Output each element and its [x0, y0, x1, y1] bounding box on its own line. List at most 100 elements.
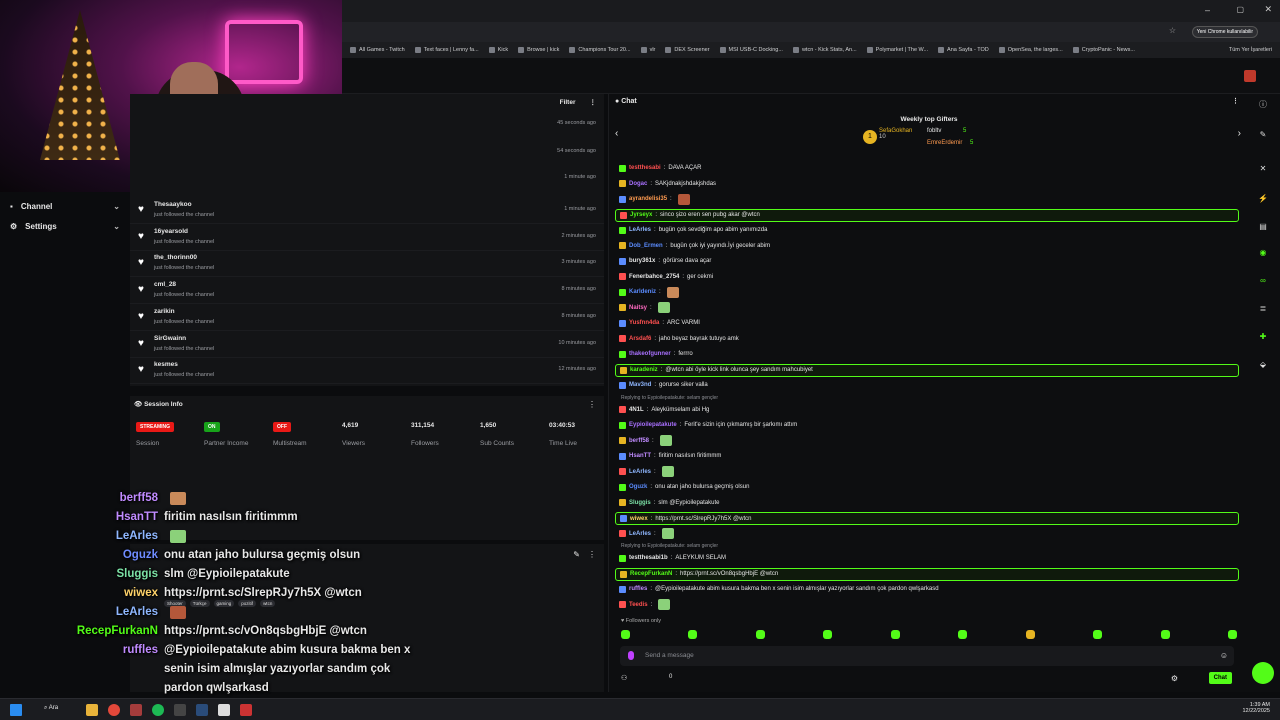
chat-input[interactable]: Send a message ☺: [620, 646, 1234, 666]
follower-name[interactable]: zarikin: [154, 308, 175, 315]
more-icon[interactable]: ⋮: [590, 98, 597, 106]
chat-message[interactable]: Arsdaf6: jaho beyaz bayrak tutuyo amk: [619, 333, 739, 345]
chat-username[interactable]: testthesabi1b: [629, 555, 668, 561]
chat-message[interactable]: Yusfnn4da: ARC VARMI: [619, 317, 700, 329]
lightning-icon[interactable]: ⚡: [1258, 194, 1268, 204]
bookmark-item[interactable]: Polymarket | The W...: [866, 47, 928, 53]
nav-settings[interactable]: ⚙ Settings ⌄: [10, 222, 120, 231]
quick-emote[interactable]: [1227, 630, 1237, 639]
quick-emote[interactable]: [958, 630, 968, 639]
edit-icon[interactable]: ✎: [573, 550, 580, 559]
gear-icon[interactable]: ⚙: [1171, 674, 1178, 683]
chat-message[interactable]: LeArles:: [619, 528, 674, 540]
send-chat-button[interactable]: Chat: [1208, 672, 1232, 684]
bookmark-item[interactable]: Ana Sayfa - TOD: [938, 47, 989, 53]
chat-username[interactable]: Oguzk: [629, 484, 647, 490]
more-icon[interactable]: ⋮: [1232, 97, 1239, 105]
quick-emote[interactable]: [890, 630, 900, 639]
bookmark-item[interactable]: wtcn - Kick Stats, An...: [792, 47, 857, 53]
chat-message[interactable]: Fenerbahce_2754: ger cekmi: [619, 271, 713, 283]
chat-username[interactable]: karadeniz: [630, 367, 658, 373]
chrome-icon[interactable]: [108, 704, 120, 716]
chat-username[interactable]: 4N1L: [629, 407, 644, 413]
chat-message[interactable]: ayrandelisi35:: [619, 193, 690, 205]
maximize-icon[interactable]: ▢: [1236, 5, 1244, 14]
chat-username[interactable]: Teedis: [629, 602, 648, 608]
chat-message[interactable]: LeArles:: [619, 466, 674, 478]
link-icon[interactable]: ∞: [1258, 276, 1268, 286]
chat-message[interactable]: Sluggis: slm @Eypioilepatakute: [619, 497, 719, 509]
chat-username[interactable]: Dob_Ermen: [629, 243, 663, 249]
chat-message[interactable]: thakeofgunner: ferrro: [619, 348, 693, 360]
chat-username[interactable]: LeArles: [629, 531, 651, 537]
info-icon[interactable]: ⓘ: [1258, 100, 1268, 110]
chat-username[interactable]: Karldeniz: [629, 289, 656, 295]
bookmark-item[interactable]: Text faces | Lenny fa...: [414, 47, 479, 53]
emoji-icon[interactable]: ☺: [1220, 651, 1228, 660]
follower-name[interactable]: kesmes: [154, 361, 178, 368]
chat-message[interactable]: Teedis:: [619, 599, 671, 611]
follower-name[interactable]: SirGwainn: [154, 335, 186, 342]
user-avatar[interactable]: [1244, 70, 1256, 82]
follower-name[interactable]: 16yearsold: [154, 228, 188, 235]
spotify-icon[interactable]: [152, 704, 164, 716]
minimize-icon[interactable]: –: [1205, 5, 1210, 15]
chat-message[interactable]: karadeniz: @wtcn abi öyle kick link olunc…: [615, 363, 1239, 377]
chat-username[interactable]: HsanTT: [629, 453, 651, 459]
all-bookmarks[interactable]: Tüm Yer İşaretleri: [1229, 47, 1280, 53]
chat-message[interactable]: Eypioilepatakute: Ferit'e sizin için çıkm…: [619, 419, 797, 431]
chat-message[interactable]: wiwex: https://prnt.sc/SlrepRJy7h5X @wtcn: [615, 512, 1239, 525]
chat-username[interactable]: RecepFurkanN: [630, 571, 672, 577]
chat-message[interactable]: Karldeniz:: [619, 286, 679, 298]
chat-username[interactable]: Fenerbahce_2754: [629, 274, 679, 280]
chat-message[interactable]: testthesabi: DAVA AÇAR: [619, 162, 701, 174]
reply-context[interactable]: Replying to Eypioilepatakute: selam genç…: [621, 543, 718, 549]
quick-emote[interactable]: [1160, 630, 1170, 639]
quick-emote[interactable]: [621, 630, 630, 639]
filter-button[interactable]: Filter: [560, 99, 576, 106]
chat-username[interactable]: Yusfnn4da: [629, 320, 659, 326]
chat-username[interactable]: Jyrseyx: [630, 212, 652, 218]
layers-icon[interactable]: ≣: [1258, 304, 1268, 314]
app-icon[interactable]: [174, 704, 186, 716]
chat-username[interactable]: ayrandelisi35: [629, 196, 667, 202]
pen-icon[interactable]: ✎: [1258, 130, 1268, 140]
chat-username[interactable]: Arsdaf6: [629, 336, 651, 342]
close-icon[interactable]: ✕: [1264, 4, 1272, 15]
clock[interactable]: 1:39 AM 12/22/2025: [1242, 702, 1270, 714]
bookmark-item[interactable]: All Games - Twitch: [350, 47, 405, 53]
chat-message[interactable]: Naitsy:: [619, 302, 670, 314]
star-icon[interactable]: ☆: [1169, 26, 1176, 35]
quick-emote[interactable]: [755, 630, 765, 639]
app-icon[interactable]: [218, 704, 230, 716]
chat-message[interactable]: HsanTT: firitim nasılsın firitimmm: [619, 450, 721, 462]
chat-message[interactable]: bury361x: görürse dava açar: [619, 255, 711, 267]
share-icon[interactable]: ⬙: [1258, 360, 1268, 370]
chrome-update-button[interactable]: Yeni Chrome kullanılabilir: [1191, 26, 1258, 38]
chevron-left-icon[interactable]: ‹: [615, 128, 618, 139]
chevron-right-icon[interactable]: ›: [1238, 128, 1241, 139]
chat-message[interactable]: Dob_Ermen: bugün çok iyi yayındı.İyi gece…: [619, 240, 770, 252]
bookmark-item[interactable]: CryptoPanic - News...: [1072, 47, 1135, 53]
more-icon[interactable]: ⋮: [588, 400, 596, 409]
bookmark-item[interactable]: Kick: [488, 47, 508, 53]
chat-icon[interactable]: ◉: [1258, 248, 1268, 258]
more-icon[interactable]: ⋮: [588, 550, 596, 559]
steam-icon[interactable]: [196, 704, 208, 716]
chat-username[interactable]: berff58: [629, 438, 649, 444]
chat-username[interactable]: Dogac: [629, 181, 647, 187]
taskbar-search[interactable]: ⌕ Ara: [44, 705, 58, 712]
chat-username[interactable]: wiwex: [630, 516, 648, 522]
bookmark-item[interactable]: OpenSea, the larges...: [998, 47, 1063, 53]
chat-message[interactable]: RecepFurkanN: https://prnt.sc/vOn8qsbgHbj…: [615, 567, 1239, 581]
chat-message[interactable]: testthesabi1b: ALEYKUM SELAM: [619, 552, 726, 564]
chat-message[interactable]: ruffles: @Eypioilepatakute abim kusura ba…: [619, 583, 939, 595]
close-icon[interactable]: ✕: [1258, 164, 1268, 174]
quick-emote[interactable]: [1093, 630, 1103, 639]
chat-username[interactable]: LeArles: [629, 227, 651, 233]
quick-emote[interactable]: [688, 630, 698, 639]
chat-username[interactable]: thakeofgunner: [629, 351, 671, 357]
chat-message[interactable]: LeArles: bugün çok sevdiğim apo abim yanı…: [619, 224, 767, 236]
reply-context[interactable]: Replying to Eypioilepatakute: selam genç…: [621, 395, 718, 401]
chat-message[interactable]: 4N1L: Aleykümselam abi Hg: [619, 404, 709, 416]
